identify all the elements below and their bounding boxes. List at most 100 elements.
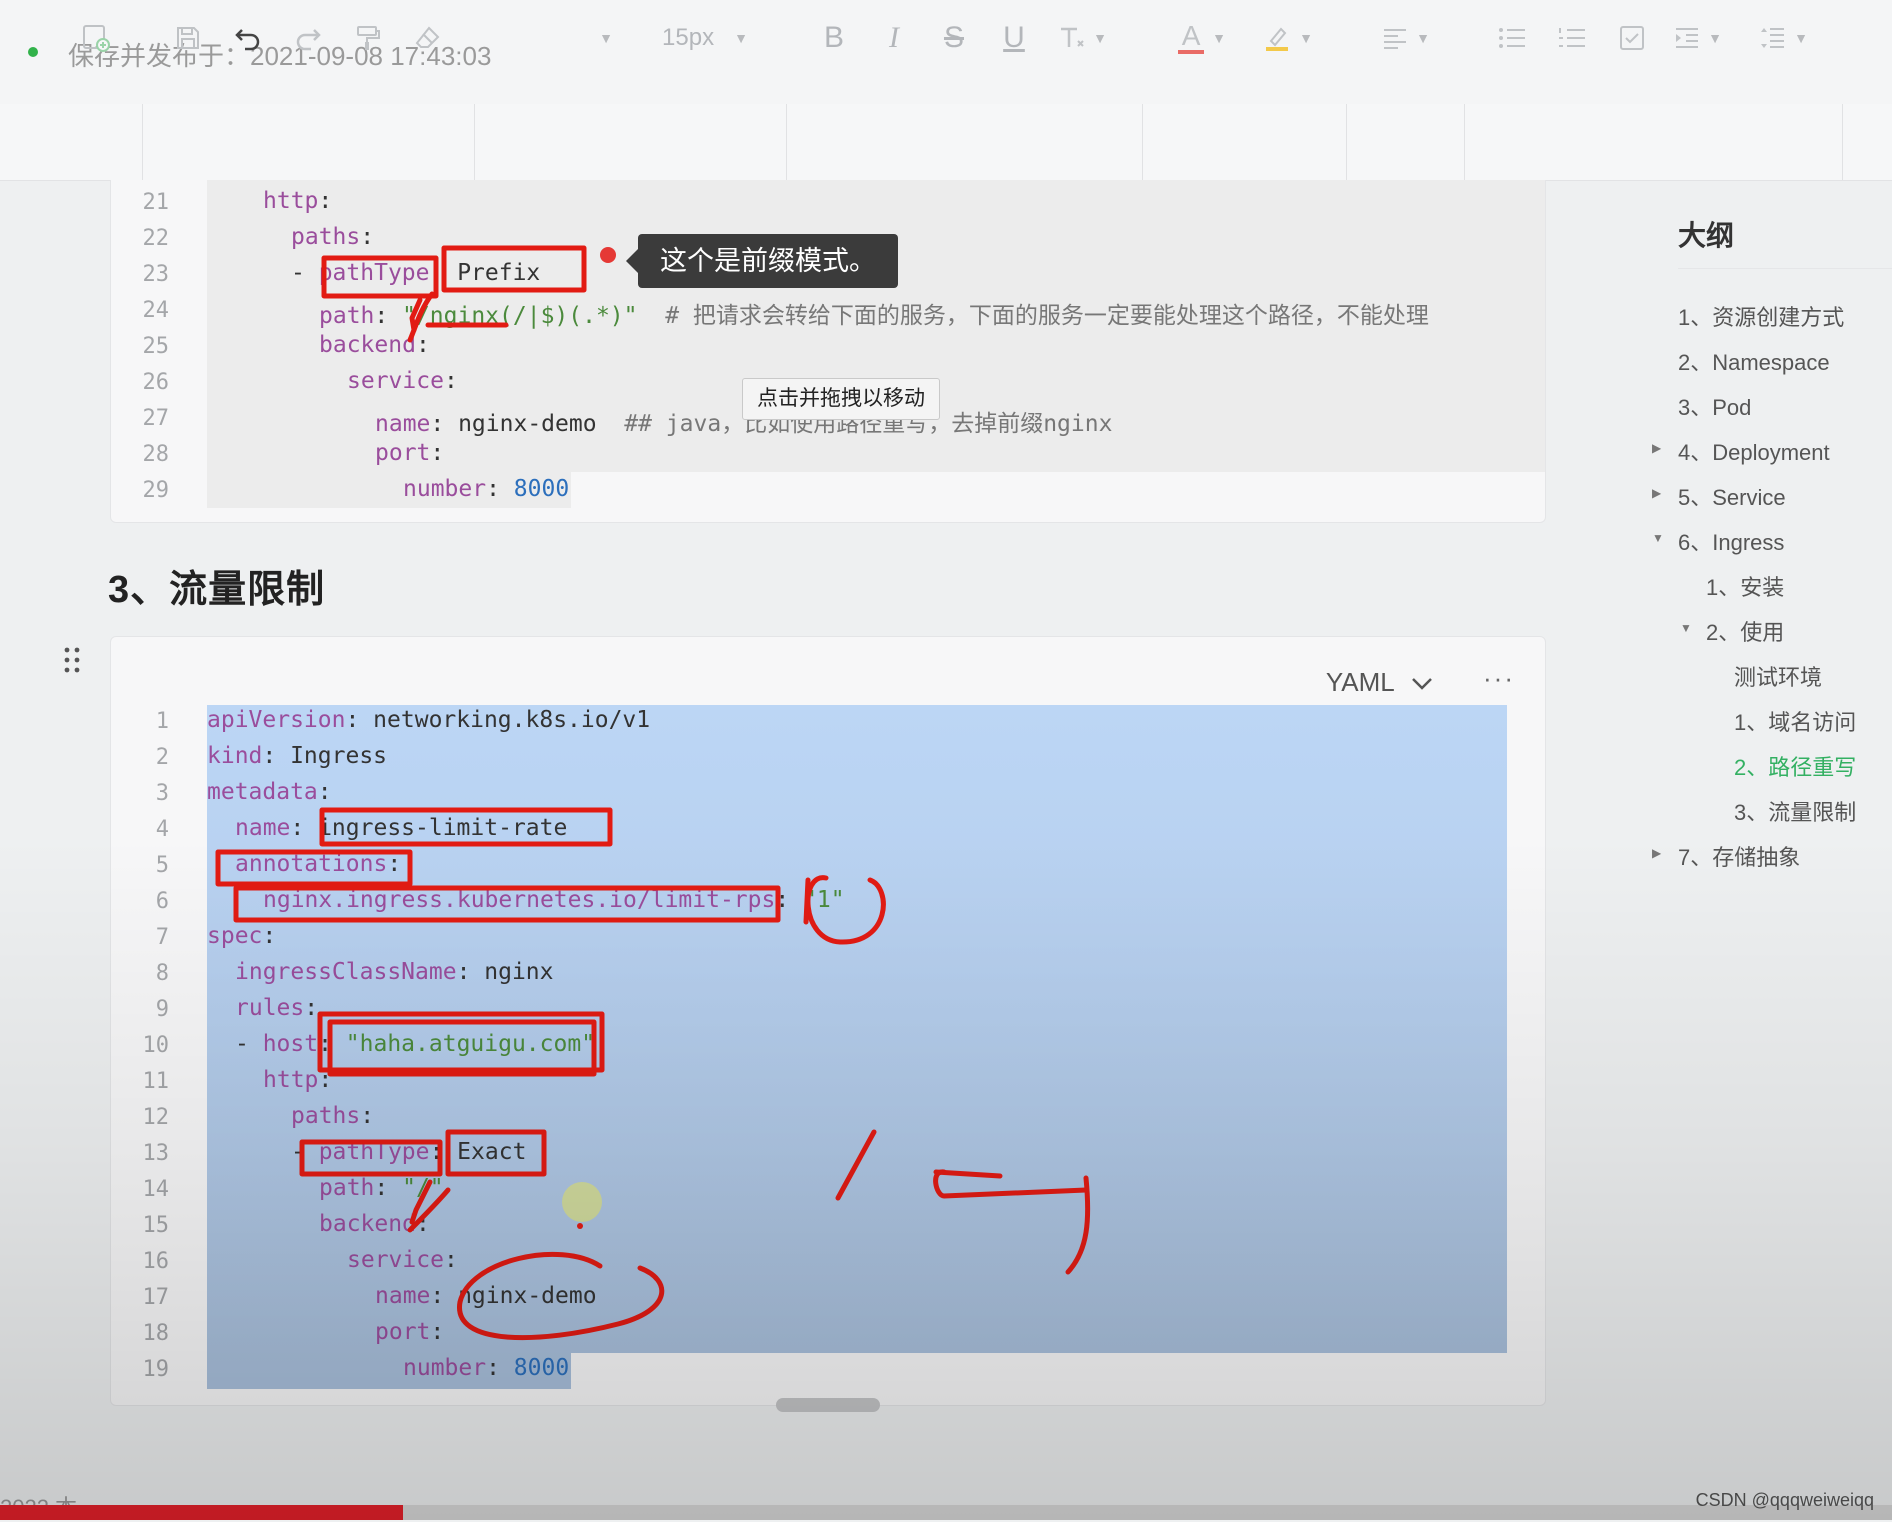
- outline-item[interactable]: 2、使用: [1706, 615, 1784, 647]
- saved-status-dot: [28, 47, 38, 57]
- clear-format-icon[interactable]: ▼: [1052, 18, 1112, 58]
- outline-item[interactable]: 1、域名访问: [1734, 705, 1856, 737]
- caret-right-icon[interactable]: ▶: [1652, 441, 1661, 455]
- code-line: port:: [375, 440, 445, 466]
- line-number: 19: [142, 1357, 170, 1382]
- line-number: 2: [155, 745, 169, 770]
- font-color-icon[interactable]: A ▼: [1172, 18, 1232, 58]
- font-size-select[interactable]: 15px ▼: [650, 18, 760, 58]
- code-line: http:: [263, 1067, 333, 1093]
- redo-icon[interactable]: [290, 18, 326, 58]
- indent-icon[interactable]: ▼: [1668, 18, 1728, 58]
- highlight-icon[interactable]: ▼: [1258, 18, 1318, 58]
- line-number: 6: [155, 889, 169, 914]
- line-spacing-icon[interactable]: ▼: [1754, 18, 1814, 58]
- chevron-down-icon: ▼: [1794, 30, 1808, 46]
- annotation-dot: [600, 247, 616, 263]
- line-number: 29: [142, 478, 170, 503]
- caret-down-icon[interactable]: ▼: [1652, 531, 1664, 545]
- code-line: number: 8000: [403, 476, 570, 502]
- line-number: 26: [142, 370, 170, 395]
- font-family-select[interactable]: ▼: [590, 18, 614, 58]
- code-line: spec:: [207, 923, 277, 949]
- line-number: 4: [155, 817, 169, 842]
- more-options-button[interactable]: ···: [1483, 663, 1515, 694]
- code-line: rules:: [235, 995, 319, 1021]
- numbered-list-icon[interactable]: [1554, 18, 1590, 58]
- chevron-down-icon: [1412, 678, 1432, 690]
- outline-item[interactable]: 6、Ingress: [1678, 525, 1784, 557]
- line-number: 22: [142, 226, 170, 251]
- line-number: 5: [155, 853, 169, 878]
- language-select[interactable]: YAML: [1326, 667, 1433, 698]
- line-number: 14: [142, 1177, 170, 1202]
- code-line: paths:: [291, 1103, 375, 1129]
- bullet-list-icon[interactable]: [1494, 18, 1530, 58]
- code-line: number: 8000: [403, 1355, 570, 1381]
- outline-item[interactable]: 3、流量限制: [1734, 795, 1856, 827]
- caret-right-icon[interactable]: ▶: [1652, 846, 1661, 860]
- align-icon[interactable]: ▼: [1376, 18, 1436, 58]
- code-line: ingressClassName: nginx: [235, 959, 554, 985]
- underline-icon[interactable]: U: [996, 18, 1032, 58]
- bold-icon[interactable]: B: [816, 18, 852, 58]
- code-line: - pathType: Exact: [291, 1139, 527, 1165]
- drag-handle-icon[interactable]: [62, 646, 82, 674]
- code-line: nginx.ingress.kubernetes.io/limit-rps: "…: [263, 887, 845, 913]
- code-line: - host: "haha.atguigu.com": [235, 1031, 596, 1057]
- italic-icon[interactable]: I: [876, 18, 912, 58]
- code-line: path: "/": [319, 1175, 444, 1201]
- outline-title: 大纲: [1678, 220, 1735, 251]
- checklist-icon[interactable]: [1614, 18, 1650, 58]
- editor-toolbar: [0, 104, 1892, 181]
- outline-item[interactable]: 2、路径重写: [1734, 750, 1856, 782]
- line-number: 23: [142, 262, 170, 287]
- outline-item[interactable]: 5、Service: [1678, 480, 1786, 512]
- line-number: 8: [155, 961, 169, 986]
- line-number: 12: [142, 1105, 170, 1130]
- code-line: kind: Ingress: [207, 743, 388, 769]
- undo-icon[interactable]: [230, 18, 266, 58]
- line-number: 24: [142, 298, 170, 323]
- code-line: http:: [263, 188, 333, 214]
- line-number: 7: [155, 925, 169, 950]
- code-block-prev: 21 http: 22 paths: 23 - pathType: Prefix 24 pat…: [110, 180, 1546, 523]
- outline-item[interactable]: 4、Deployment: [1678, 435, 1830, 467]
- outline-item[interactable]: 7、存储抽象: [1678, 840, 1800, 872]
- video-progress-fill: [0, 1505, 403, 1520]
- chevron-down-icon: ▼: [1093, 30, 1107, 46]
- format-painter-icon[interactable]: [350, 18, 386, 58]
- code-line: name: ingress-limit-rate: [235, 815, 568, 841]
- outline-item[interactable]: 1、安装: [1706, 570, 1784, 602]
- line-number: 16: [142, 1249, 170, 1274]
- code-line: backend:: [319, 332, 430, 358]
- eraser-icon[interactable]: [410, 18, 446, 58]
- line-number: 17: [142, 1285, 170, 1310]
- prefix-comment-tooltip: 这个是前缀模式。: [626, 234, 898, 288]
- code-line: apiVersion: networking.k8s.io/v1: [207, 707, 651, 733]
- horizontal-scrollbar[interactable]: [776, 1398, 880, 1412]
- line-number: 21: [142, 190, 170, 215]
- caret-down-icon[interactable]: ▼: [1680, 621, 1692, 635]
- chevron-down-icon: ▼: [1416, 30, 1430, 46]
- outline-item[interactable]: 2、Namespace: [1678, 345, 1830, 377]
- caret-right-icon[interactable]: ▶: [1652, 486, 1661, 500]
- outline-item[interactable]: 测试环境: [1734, 660, 1822, 692]
- chevron-down-icon: ▼: [734, 30, 748, 46]
- save-icon[interactable]: [170, 18, 206, 58]
- code-line: service:: [347, 1247, 458, 1273]
- outline-item[interactable]: 1、资源创建方式: [1678, 300, 1844, 332]
- code-line: - pathType: Prefix: [291, 260, 541, 286]
- chevron-down-icon: ▼: [599, 30, 613, 46]
- insert-icon[interactable]: [78, 18, 114, 58]
- line-number: 18: [142, 1321, 170, 1346]
- code-line: name: nginx-demo: [375, 1283, 597, 1309]
- chevron-down-icon: ▼: [1212, 30, 1226, 46]
- line-number: 3: [155, 781, 169, 806]
- outline-item[interactable]: 3、Pod: [1678, 390, 1751, 422]
- line-number: 1: [155, 709, 169, 734]
- section-heading: 3、流量限制: [108, 569, 326, 611]
- line-number: 25: [142, 334, 170, 359]
- strikethrough-icon[interactable]: S: [936, 18, 972, 58]
- code-line: metadata:: [207, 779, 332, 805]
